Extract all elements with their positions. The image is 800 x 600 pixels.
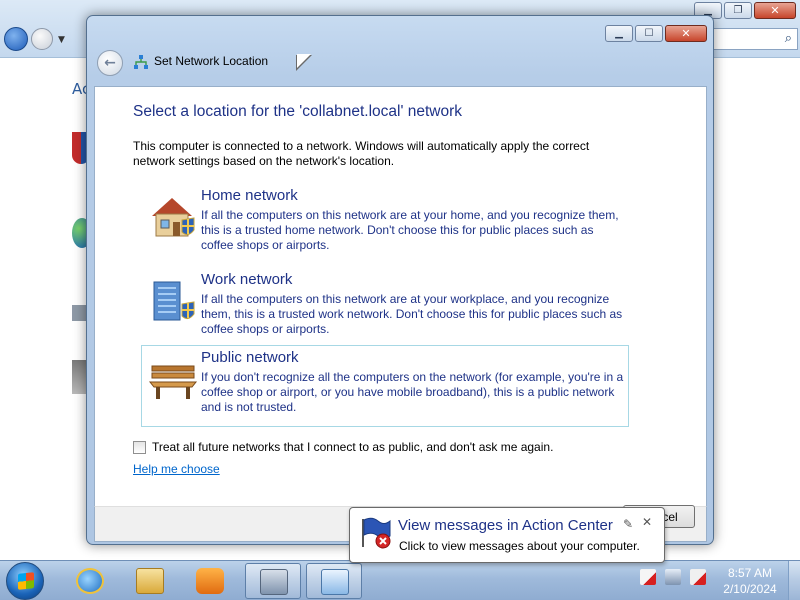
file-explorer-icon: [136, 568, 164, 594]
treat-public-checkbox[interactable]: [133, 440, 146, 454]
taskbar-control-panel[interactable]: [306, 563, 362, 599]
restore-icon: ❐: [733, 4, 743, 16]
restore-button[interactable]: ❐: [724, 2, 752, 19]
taskbar: 8:57 AM 2/10/2024: [0, 560, 800, 600]
help-me-choose-link[interactable]: Help me choose: [133, 462, 220, 476]
option-public-network[interactable]: Public network If you don't recognize al…: [141, 345, 629, 427]
dialog-maximize-button[interactable]: ☐: [635, 25, 663, 42]
close-icon: ✕: [770, 4, 780, 17]
search-input[interactable]: ⌕: [712, 28, 798, 50]
action-center-flag-error-icon: [362, 517, 391, 549]
windows-logo-icon: [18, 572, 34, 590]
recent-pages-dropdown-icon[interactable]: ▼: [58, 35, 65, 45]
close-icon[interactable]: ✕: [642, 515, 652, 529]
clock-time: 8:57 AM: [727, 566, 773, 580]
option-title: Home network: [201, 187, 298, 204]
park-bench-icon: [148, 365, 198, 399]
dialog-title: Set Network Location: [154, 54, 269, 68]
action-center-balloon[interactable]: View messages in Action Center Click to …: [349, 507, 665, 563]
network-computer-icon: [260, 569, 288, 595]
treat-public-checkbox-row[interactable]: Treat all future networks that I connect…: [133, 440, 553, 454]
house-shield-icon: [152, 198, 195, 237]
balloon-title[interactable]: View messages in Action Center: [398, 517, 613, 534]
taskbar-clock[interactable]: 8:57 AM 2/10/2024: [712, 565, 788, 597]
option-description: If all the computers on this network are…: [201, 292, 623, 336]
show-desktop-button[interactable]: [788, 561, 800, 600]
dialog-back-button[interactable]: ←: [97, 50, 123, 76]
taskbar-network-window[interactable]: [245, 563, 301, 599]
back-arrow-icon: ←: [104, 55, 116, 71]
option-home-network[interactable]: Home network If all the computers on thi…: [141, 183, 629, 265]
dialog-caption-buttons: ▁ ☐ ✕: [605, 25, 707, 42]
close-icon: ✕: [681, 27, 691, 40]
start-button[interactable]: [6, 562, 44, 600]
dialog-close-button[interactable]: ✕: [665, 25, 707, 42]
taskbar-media-player[interactable]: [182, 563, 238, 599]
taskbar-file-explorer[interactable]: [122, 563, 178, 599]
network-icon: [134, 55, 148, 69]
wrench-icon[interactable]: ✎: [623, 517, 633, 531]
treat-public-checkbox-label[interactable]: Treat all future networks that I connect…: [152, 440, 553, 454]
intro-text: This computer is connected to a network.…: [133, 139, 590, 168]
option-description: If all the computers on this network are…: [201, 208, 619, 252]
dialog-minimize-button[interactable]: ▁: [605, 25, 633, 42]
taskbar-internet-explorer[interactable]: [62, 563, 118, 599]
set-network-location-dialog: ▁ ☐ ✕ ← Set Network Location Select a lo…: [86, 15, 714, 545]
maximize-icon: ☐: [644, 27, 654, 39]
back-button[interactable]: [4, 27, 28, 51]
balloon-text[interactable]: Click to view messages about your comput…: [399, 539, 640, 553]
notification-area: [640, 569, 706, 585]
page-heading: Select a location for the 'collabnet.loc…: [133, 103, 463, 120]
search-icon[interactable]: ⌕: [785, 31, 792, 46]
dialog-content: Select a location for the 'collabnet.loc…: [94, 86, 707, 506]
clock-date: 2/10/2024: [723, 582, 777, 596]
close-button[interactable]: ✕: [754, 2, 796, 19]
network-tray-icon[interactable]: [665, 569, 681, 585]
option-title: Work network: [201, 271, 293, 288]
option-work-network[interactable]: Work network If all the computers on thi…: [141, 267, 629, 349]
volume-muted-icon[interactable]: [690, 569, 706, 585]
internet-explorer-icon: [76, 568, 104, 594]
control-panel-icon: [321, 569, 349, 595]
forward-button[interactable]: [31, 28, 53, 50]
minimize-icon: ▁: [704, 4, 712, 16]
minimize-icon: ▁: [615, 27, 623, 39]
option-description: If you don't recognize all the computers…: [201, 370, 624, 414]
option-title: Public network: [201, 349, 299, 366]
office-building-shield-icon: [153, 281, 195, 321]
media-player-icon: [196, 568, 224, 594]
balloon-tail-inner: [297, 54, 311, 68]
action-center-flag-icon[interactable]: [640, 569, 656, 585]
